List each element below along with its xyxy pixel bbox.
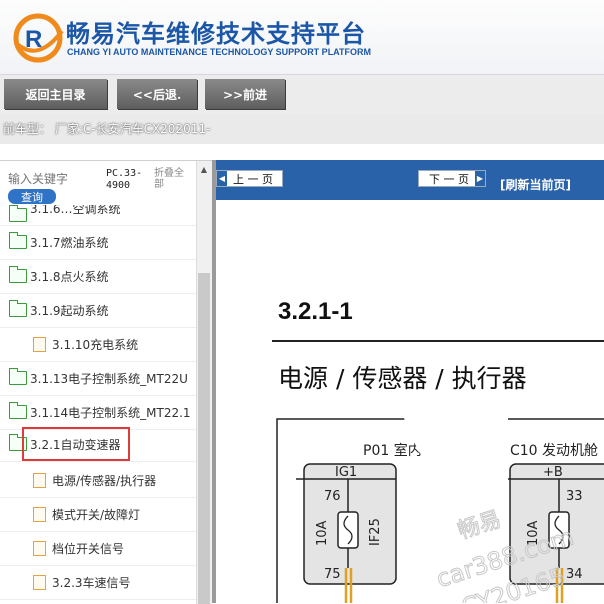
next-page-label: 下 一 页 xyxy=(429,172,469,186)
tree-item-label: 3.1.8点火系统 xyxy=(30,269,109,284)
arrow-left-icon: ◀ xyxy=(217,171,227,186)
document-icon xyxy=(33,574,46,590)
section-divider xyxy=(272,340,604,342)
tree-item[interactable]: 3.1.9起动系统 xyxy=(0,293,196,328)
app-header: R 畅易汽车维修技术支持平台 CHANG YI AUTO MAINTENANCE… xyxy=(0,0,604,74)
svg-text:R: R xyxy=(25,26,42,53)
section-title: 电源 / 传感器 / 执行器 xyxy=(278,364,527,393)
tree-item-label: 模式开关/故障灯 xyxy=(52,507,141,522)
tree-item[interactable]: 模式开关/故障灯 xyxy=(0,497,196,532)
document-icon xyxy=(33,540,46,556)
model-bar: 前车型： 厂家:C-长安汽车CX202011- xyxy=(0,114,604,144)
search-input[interactable] xyxy=(8,171,98,187)
document-icon xyxy=(33,336,46,352)
search-button[interactable]: 查询 xyxy=(8,189,56,204)
next-page-button[interactable]: 下 一 页 ▶ xyxy=(418,170,486,187)
tree-item[interactable]: 3.2.3车速信号 xyxy=(0,565,196,600)
tree-item-label: 档位开关信号 xyxy=(52,541,125,556)
tree-item[interactable]: 电源/传感器/执行器 xyxy=(0,463,196,498)
folder-icon xyxy=(9,205,27,222)
refresh-page-link[interactable]: [刷新当前页] xyxy=(500,176,571,193)
c10-rating: 10A xyxy=(526,520,541,546)
tree-item-label: 3.2.3车速信号 xyxy=(52,575,131,590)
wiring-diagram: P01 室内电器中心 C10 发动机舱 IG1 +B 76 33 10A IF2… xyxy=(276,418,604,603)
tree-item[interactable]: 3.1.13电子控制系统_MT22U xyxy=(0,361,196,396)
p01-pin-bottom: 75 xyxy=(324,567,341,582)
tree-item-label: 3.1.13电子控制系统_MT22U xyxy=(30,371,188,386)
folder-icon xyxy=(9,402,27,419)
p01-supply: IG1 xyxy=(335,465,357,480)
c10-title: C10 发动机舱 xyxy=(510,443,598,459)
p01-pin-top: 76 xyxy=(324,489,341,504)
cr-swoosh-logo-icon: R xyxy=(13,13,64,63)
home-button[interactable]: 返回主目录 xyxy=(4,79,107,109)
section-number: 3.2.1-1 xyxy=(278,298,353,325)
tree-item-label: 3.1.6…空调系统 xyxy=(30,205,121,216)
tree-item[interactable]: 档位开关信号 xyxy=(0,531,196,566)
tree-item[interactable]: 3.1.14电子控制系统_MT22.1 xyxy=(0,395,196,430)
p01-fuse-name: IF25 xyxy=(368,518,383,546)
tree-item-label: 3.1.14电子控制系统_MT22.1 xyxy=(30,405,191,420)
forward-button[interactable]: >>前进 xyxy=(205,79,285,109)
app-title: 畅易汽车维修技术支持平台 xyxy=(66,20,366,48)
arrow-right-icon: ▶ xyxy=(475,171,485,186)
document-icon xyxy=(33,506,46,522)
tree-item[interactable]: 3.1.7燃油系统 xyxy=(0,225,196,260)
prev-page-button[interactable]: ◀ 上 一 页 xyxy=(216,170,283,187)
folder-icon xyxy=(9,266,27,283)
c10-supply: +B xyxy=(543,465,563,480)
tree-item-label: 电源/传感器/执行器 xyxy=(52,473,157,488)
folder-icon xyxy=(9,232,27,249)
selection-highlight xyxy=(22,427,130,461)
current-model-text: 前车型： 厂家:C-长安汽车CX202011- xyxy=(3,122,211,136)
catalog-tree-panel: 查询 PC.33-4900 折叠全部 3.1.6…空调系统 3.1.7燃油系统 … xyxy=(0,160,212,604)
c10-pin-top: 33 xyxy=(566,489,583,504)
c10-pin-bottom: 34 xyxy=(566,567,583,582)
document-viewer: 3.2.1-1 电源 / 传感器 / 执行器 P01 室内电器中心 C10 发动… xyxy=(216,200,604,603)
collapse-all-link[interactable]: 折叠全部 xyxy=(154,168,192,190)
tree-item[interactable]: 3.1.6…空调系统 xyxy=(0,205,196,226)
tree-item[interactable]: 3.1.10充电系统 xyxy=(0,327,196,362)
tree-item-label: 3.1.7燃油系统 xyxy=(30,235,109,250)
folder-icon xyxy=(9,300,27,317)
toolbar: 返回主目录 <<后退. >>前进 xyxy=(0,74,604,115)
document-icon xyxy=(33,472,46,488)
app-subtitle: CHANG YI AUTO MAINTENANCE TECHNOLOGY SUP… xyxy=(67,47,372,57)
folder-icon xyxy=(9,368,27,385)
tree-item-label: 3.1.10充电系统 xyxy=(52,337,139,352)
p01-rating: 10A xyxy=(315,520,330,546)
pc-code-text: PC.33-4900 xyxy=(106,168,143,191)
prev-page-label: 上 一 页 xyxy=(233,172,273,186)
scroll-up-arrow-icon[interactable]: ▲ xyxy=(196,161,212,177)
tree-item[interactable]: 3.1.8点火系统 xyxy=(0,259,196,294)
tree-item-label: 3.1.9起动系统 xyxy=(30,303,109,318)
back-button[interactable]: <<后退. xyxy=(117,79,197,109)
scrollbar-thumb[interactable] xyxy=(198,273,210,604)
search-area: 查询 xyxy=(8,167,100,204)
